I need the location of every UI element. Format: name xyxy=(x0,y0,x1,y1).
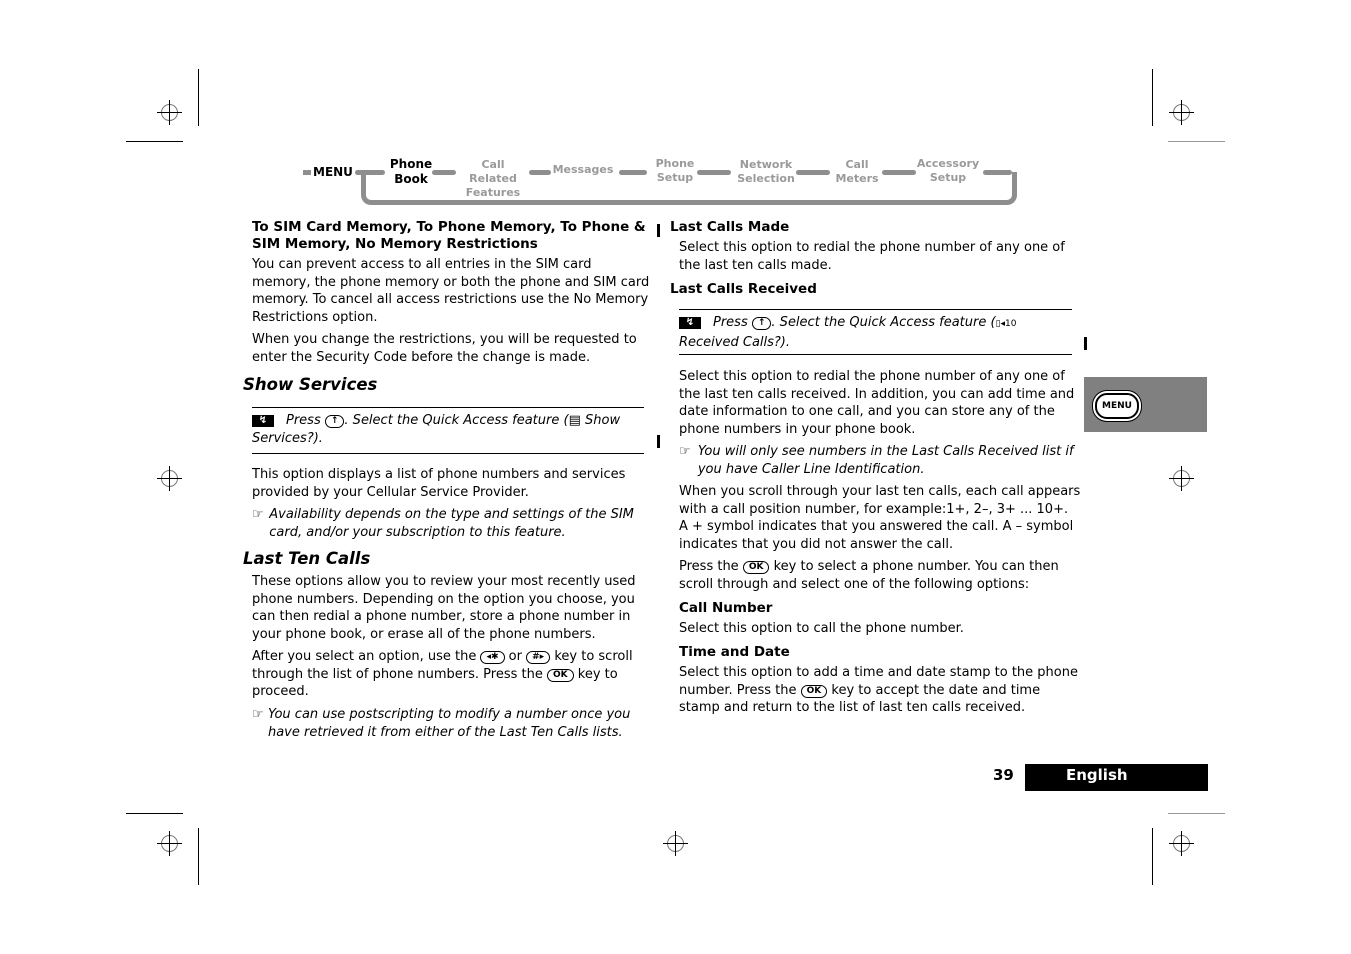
quick-access-icon: ↯ xyxy=(679,316,701,329)
call-number-paragraph: Select this option to call the phone num… xyxy=(679,621,964,636)
last-calls-made-heading: Last Calls Made xyxy=(670,219,790,235)
last-ten-calls-heading: Last Ten Calls xyxy=(243,549,371,568)
registration-mark-icon xyxy=(1169,100,1194,125)
divider xyxy=(252,407,644,408)
page-number: 39 xyxy=(993,766,1014,784)
ok-key-icon: OK xyxy=(800,684,828,698)
nav-connector xyxy=(432,170,456,175)
crop-mark xyxy=(1152,828,1153,885)
crop-mark xyxy=(1168,813,1225,814)
nav-messages[interactable]: Messages xyxy=(552,163,614,177)
time-date-paragraph: Select this option to add a time and dat… xyxy=(679,665,1078,716)
nav-call-related-features[interactable]: Call Related Features xyxy=(457,158,529,200)
show-services-note: ☞ Availability depends on the type and se… xyxy=(252,507,634,540)
last-ten-calls-note: ☞ You can use postscripting to modify a n… xyxy=(252,707,631,740)
show-services-heading: Show Services xyxy=(243,375,378,394)
nav-phone-book[interactable]: Phone Book xyxy=(388,157,434,187)
nav-call-meters[interactable]: Call Meters xyxy=(832,158,882,186)
divider xyxy=(252,453,644,454)
up-key-icon: ↑ xyxy=(324,415,345,428)
nav-accessory-setup[interactable]: Accessory Setup xyxy=(914,157,982,185)
last-ten-calls-paragraph: After you select an option, use the ◂✱ o… xyxy=(252,649,633,700)
nav-connector xyxy=(983,170,1012,175)
nav-menu[interactable]: MENU xyxy=(303,165,353,179)
show-services-icon: ▤ xyxy=(568,413,581,428)
show-services-quick-access: ↯ Press ↑. Select the Quick Access featur… xyxy=(252,413,621,446)
nav-connector xyxy=(796,170,830,175)
language-bar: English xyxy=(1025,764,1208,791)
received-quick-access: ↯ Press ↑. Select the Quick Access featur… xyxy=(679,315,1017,350)
note-hand-icon: ☞ xyxy=(679,444,691,459)
note-hand-icon: ☞ xyxy=(252,707,264,722)
hash-right-key-icon: #▸ xyxy=(526,651,551,664)
received-note: ☞ You will only see numbers in the Last C… xyxy=(679,444,1074,477)
received-calls-icon: ▯◂10 xyxy=(995,319,1017,329)
divider xyxy=(679,309,1072,310)
registration-mark-icon xyxy=(157,466,182,491)
nav-connector xyxy=(529,170,551,175)
last-calls-received-heading: Last Calls Received xyxy=(670,281,817,297)
star-left-key-icon: ◂✱ xyxy=(480,651,505,664)
restrictions-paragraph: You can prevent access to all entries in… xyxy=(252,257,650,326)
menu-square-icon xyxy=(303,170,311,175)
call-number-heading: Call Number xyxy=(679,600,773,616)
divider xyxy=(679,354,1072,355)
nav-connector xyxy=(619,170,647,175)
registration-mark-icon xyxy=(157,100,182,125)
crop-mark xyxy=(126,141,183,142)
registration-mark-icon xyxy=(1169,831,1194,856)
crop-mark xyxy=(1168,141,1225,142)
registration-mark-icon xyxy=(157,831,182,856)
last-calls-made-paragraph: Select this option to redial the phone n… xyxy=(679,240,1065,273)
crop-mark xyxy=(198,828,199,885)
change-bar xyxy=(1084,337,1087,350)
note-hand-icon: ☞ xyxy=(252,507,264,522)
ok-key-icon: OK xyxy=(742,561,770,574)
side-tab-menu: MENU xyxy=(1084,377,1207,432)
change-bar xyxy=(657,224,660,237)
nav-network-selection[interactable]: Network Selection xyxy=(733,158,799,186)
received-paragraph: When you scroll through your last ten ca… xyxy=(679,484,1081,553)
ok-key-icon: OK xyxy=(546,668,574,682)
change-bar xyxy=(657,435,660,448)
nav-connector xyxy=(697,170,731,175)
restrictions-paragraph: When you change the restrictions, you wi… xyxy=(252,332,637,365)
menu-key-icon: MENU xyxy=(1095,393,1139,419)
show-services-paragraph: This option displays a list of phone num… xyxy=(252,467,626,500)
last-ten-calls-paragraph: These options allow you to review your m… xyxy=(252,574,636,643)
quick-access-icon: ↯ xyxy=(252,414,274,427)
language-label: English xyxy=(1066,766,1128,784)
registration-mark-icon xyxy=(663,831,688,856)
time-date-heading: Time and Date xyxy=(679,644,790,660)
restrictions-heading: To SIM Card Memory, To Phone Memory, To … xyxy=(252,219,646,252)
nav-phone-setup[interactable]: Phone Setup xyxy=(650,157,700,185)
received-paragraph: Select this option to redial the phone n… xyxy=(679,369,1075,438)
crop-mark xyxy=(1152,69,1153,126)
crop-mark xyxy=(126,813,183,814)
up-key-icon: ↑ xyxy=(751,317,772,330)
nav-connector xyxy=(882,170,916,175)
registration-mark-icon xyxy=(1169,466,1194,491)
nav-connector xyxy=(355,170,385,175)
received-paragraph: Press the OK key to select a phone numbe… xyxy=(679,559,1059,592)
crop-mark xyxy=(198,69,199,126)
